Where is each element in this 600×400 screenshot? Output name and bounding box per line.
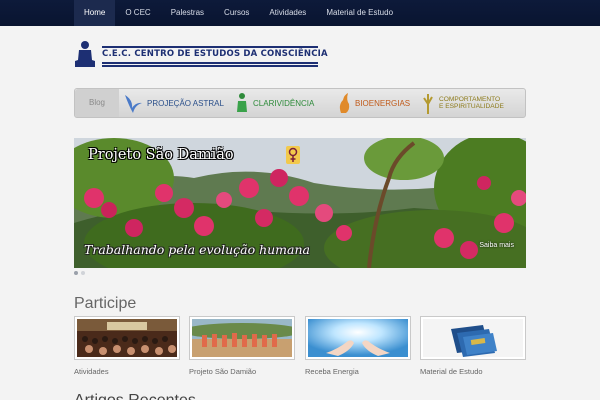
card-material-de-estudo[interactable]: Material de Estudo — [420, 316, 526, 376]
category-comportamento[interactable]: COMPORTAMENTO E ESPIRITUALIDADE — [421, 89, 504, 117]
female-symbol-icon — [286, 146, 300, 164]
group-photo — [192, 319, 292, 357]
category-label: COMPORTAMENTO E ESPIRITUALIDADE — [439, 96, 504, 111]
flame-icon — [339, 93, 350, 113]
nav-atividades[interactable]: Atividades — [259, 0, 316, 26]
logo-rule-bottom-2 — [102, 65, 318, 67]
logo-text: C.E.C. CENTRO DE ESTUDOS DA CONSCIÊNCIA — [102, 49, 328, 59]
category-projecao-astral[interactable]: PROJEÇÃO ASTRAL — [123, 89, 224, 117]
nav-material-de-estudo[interactable]: Material de Estudo — [316, 0, 403, 26]
card-atividades[interactable]: Atividades — [74, 316, 180, 376]
hands-light-photo — [308, 319, 408, 357]
card-label: Material de Estudo — [420, 367, 483, 376]
card-receba-energia[interactable]: Receba Energia — [305, 316, 411, 376]
tree-icon — [423, 94, 433, 114]
category-bioenergias[interactable]: BIOENERGIAS — [337, 89, 410, 117]
section-heading-partial: Artigos Recentes — [74, 392, 196, 400]
bird-icon — [125, 95, 142, 113]
site-logo[interactable]: C.E.C. CENTRO DE ESTUDOS DA CONSCIÊNCIA — [74, 40, 328, 70]
logo-rule-top — [102, 46, 318, 48]
category-label-line-1: COMPORTAMENTO — [439, 95, 501, 103]
slide-dot-2[interactable] — [81, 271, 85, 275]
card-label: Receba Energia — [305, 367, 359, 376]
hero-title: Projeto São Damião — [88, 147, 234, 163]
card-label: Projeto São Damião — [189, 367, 257, 376]
card-image[interactable] — [420, 316, 526, 360]
logo-rule-bottom — [102, 62, 318, 64]
nav-o-cec[interactable]: O CEC — [115, 0, 160, 26]
category-bar: Blog PROJEÇÃO ASTRAL CLARIVIDÊNCIA BIOEN… — [74, 88, 526, 118]
hero-caption: Trabalhando pela evolução humana — [84, 242, 310, 257]
category-label: CLARIVIDÊNCIA — [253, 98, 315, 108]
participe-heading: Participe — [74, 295, 137, 312]
main-menu: Home O CEC Palestras Cursos Atividades M… — [74, 0, 403, 26]
hero-slider[interactable]: Projeto São Damião Trabalhando pela evol… — [74, 138, 526, 268]
nav-home[interactable]: Home — [74, 0, 116, 26]
category-label: PROJEÇÃO ASTRAL — [147, 98, 224, 108]
card-projeto-sao-damiao[interactable]: Projeto São Damião — [189, 316, 295, 376]
category-blog[interactable]: Blog — [75, 89, 119, 117]
card-image[interactable] — [74, 316, 180, 360]
category-label: BIOENERGIAS — [355, 98, 411, 108]
category-clarividencia[interactable]: CLARIVIDÊNCIA — [235, 89, 314, 117]
nav-cursos[interactable]: Cursos — [214, 0, 259, 26]
top-navigation-bar: Home O CEC Palestras Cursos Atividades M… — [0, 0, 600, 26]
seated-figure-icon — [74, 40, 96, 68]
hero-read-more-link[interactable]: Saiba mais — [479, 242, 514, 249]
category-label-line-2: E ESPIRITUALIDADE — [439, 103, 504, 110]
nav-palestras[interactable]: Palestras — [161, 0, 214, 26]
card-image[interactable] — [189, 316, 295, 360]
card-image[interactable] — [305, 316, 411, 360]
slide-dot-1[interactable] — [74, 271, 78, 275]
slider-pagination — [74, 271, 85, 275]
audience-photo — [77, 319, 177, 357]
figure-icon — [237, 93, 247, 112]
books-photo — [423, 319, 523, 357]
card-label: Atividades — [74, 367, 109, 376]
